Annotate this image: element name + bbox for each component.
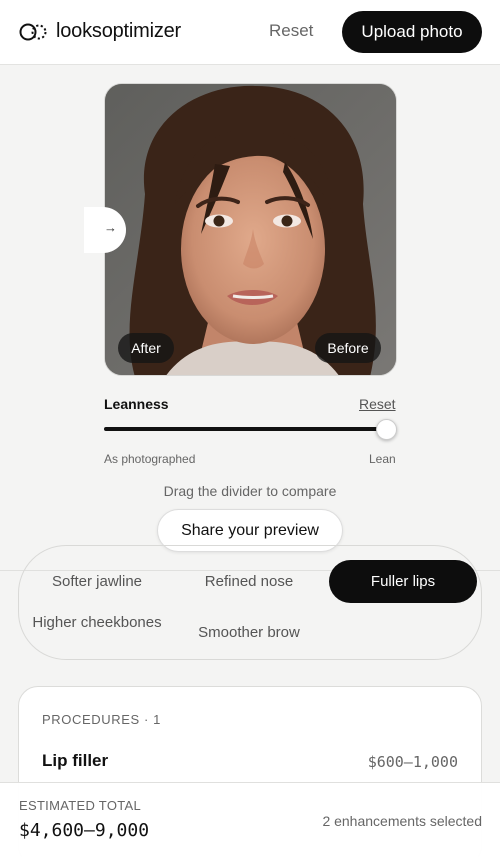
procedure-name: Lip filler bbox=[42, 751, 109, 770]
after-label: After bbox=[118, 333, 174, 363]
slider-reset-link[interactable]: Reset bbox=[359, 396, 396, 412]
slider-max-label: Lean bbox=[369, 452, 396, 466]
chip-smoother-brow[interactable]: Smoother brow bbox=[174, 623, 324, 642]
compare-hint: Drag the divider to compare bbox=[163, 483, 337, 499]
upload-photo-button[interactable]: Upload photo bbox=[342, 11, 482, 53]
reset-link[interactable]: Reset bbox=[269, 21, 313, 41]
brand-name: looksoptimizer bbox=[56, 20, 182, 42]
procedure-price: $600–1,000 bbox=[367, 753, 458, 771]
total-label: ESTIMATED TOTAL bbox=[19, 798, 142, 813]
leanness-slider-thumb[interactable] bbox=[376, 419, 397, 440]
procedures-header: PROCEDURES · 1 bbox=[42, 712, 161, 727]
chip-fuller-lips[interactable]: Fuller lips bbox=[329, 560, 477, 603]
total-value: $4,600–9,000 bbox=[19, 820, 150, 841]
slider-label: Leanness bbox=[104, 396, 169, 412]
leanness-slider-track[interactable] bbox=[104, 427, 386, 431]
selected-count: 2 enhancements selected bbox=[322, 813, 482, 829]
chip-higher-cheekbones[interactable]: Higher cheekbones bbox=[22, 613, 172, 632]
chip-refined-nose[interactable]: Refined nose bbox=[174, 572, 324, 591]
slider-min-label: As photographed bbox=[104, 452, 196, 466]
logo-icon bbox=[19, 23, 47, 41]
chip-softer-jawline[interactable]: Softer jawline bbox=[22, 572, 172, 591]
app-header: looksoptimizer Reset Upload photo bbox=[0, 0, 500, 65]
arrow-right-icon: → bbox=[104, 220, 117, 235]
before-label: Before bbox=[315, 333, 381, 363]
